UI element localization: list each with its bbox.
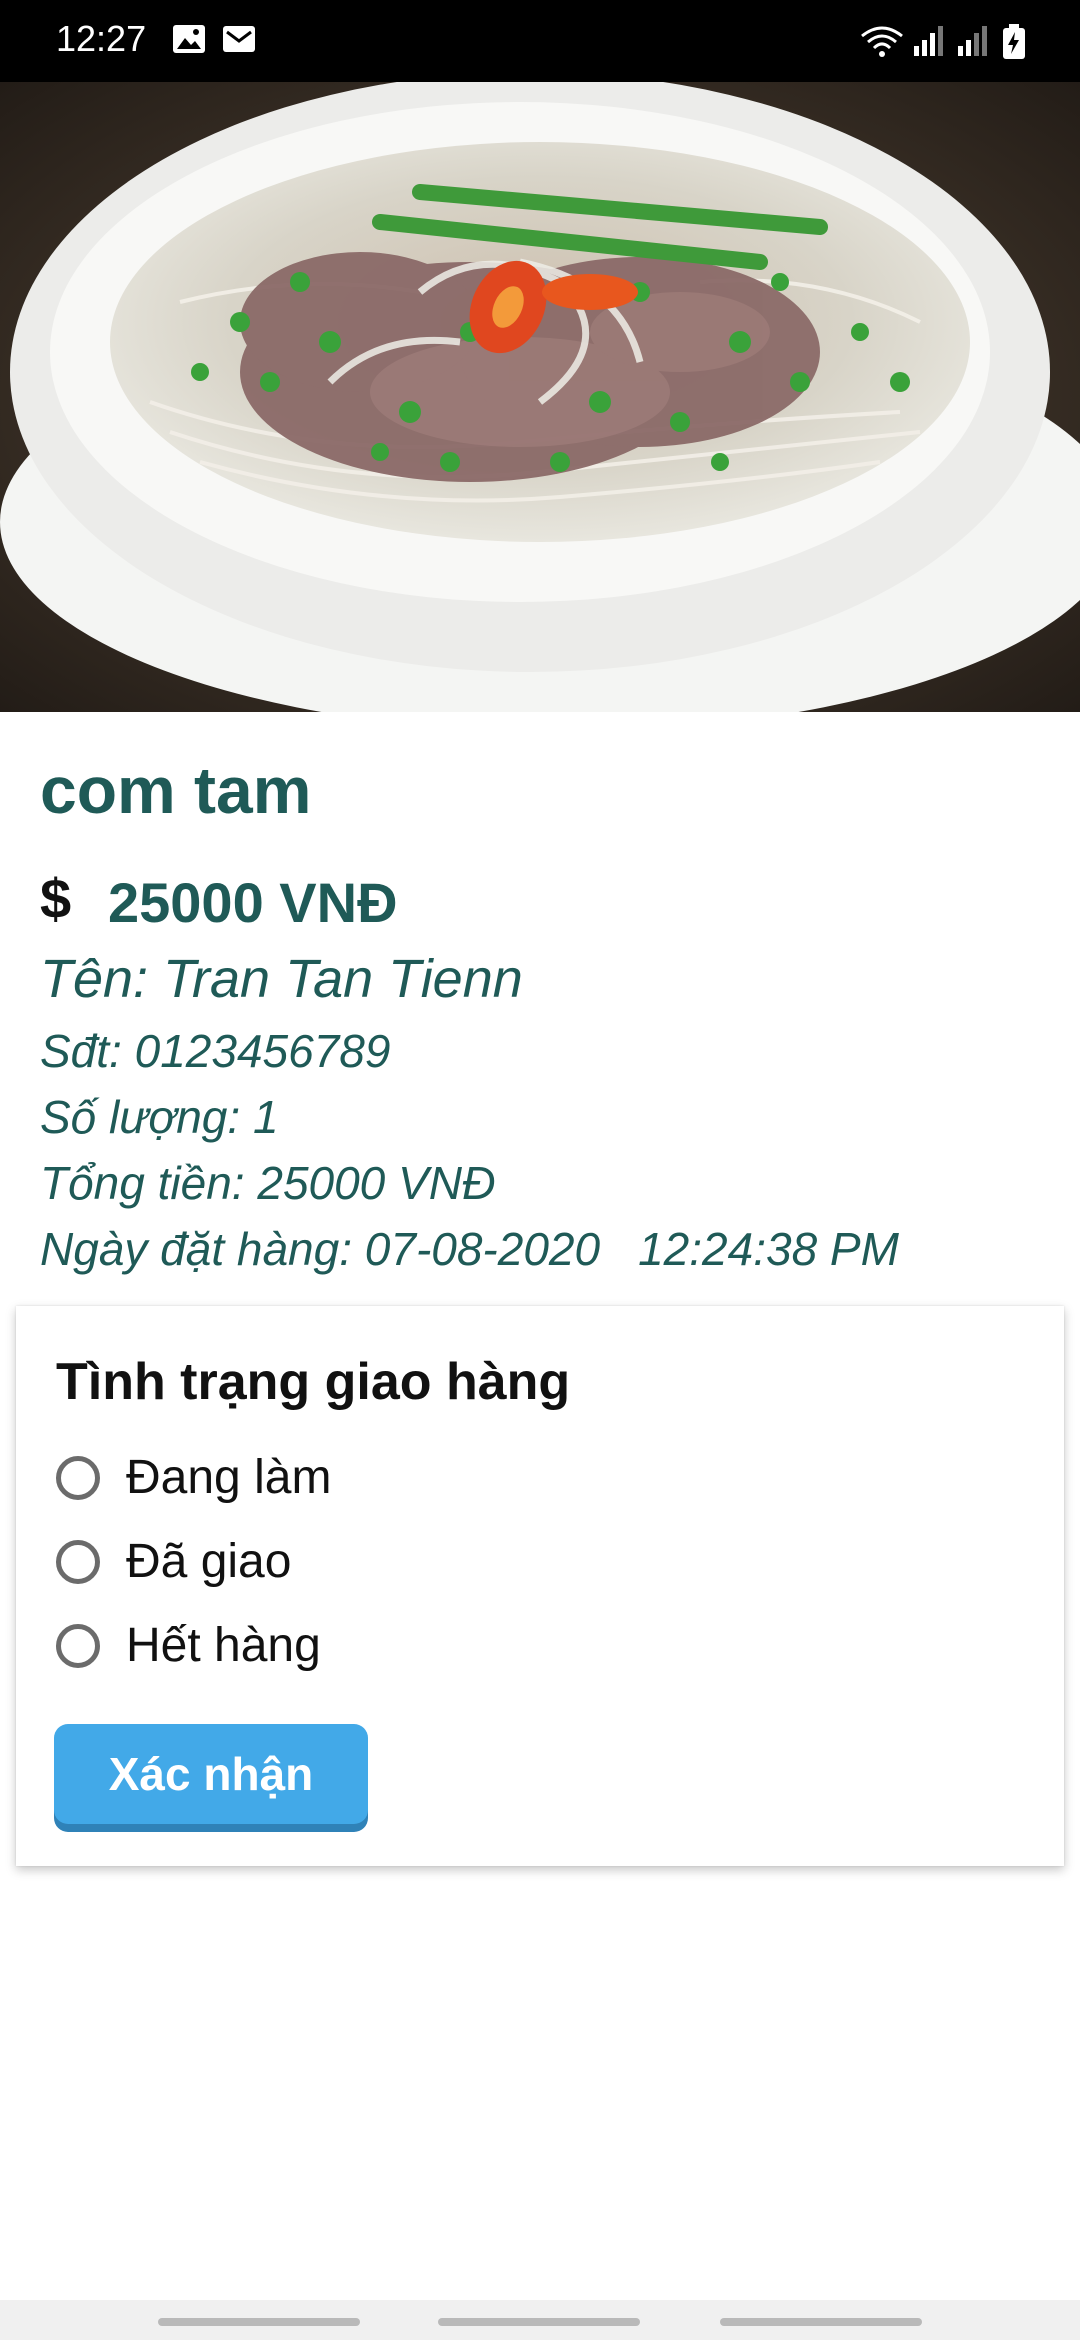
radio-label: Đã giao (126, 1535, 292, 1588)
radio-button[interactable] (56, 1540, 100, 1584)
dollar-icon: $ (40, 867, 72, 930)
status-bar: 12:27 (0, 0, 1080, 82)
delivery-status-card: Tình trạng giao hàng Đang làm Đã giao Hế… (16, 1306, 1064, 1866)
delivery-status-title: Tình trạng giao hàng (56, 1353, 571, 1411)
price-row: $ 25000 VNĐ (40, 866, 940, 936)
order-total: Tổng tiền: 25000 VNĐ (40, 1157, 496, 1209)
dish-price: 25000 VNĐ (108, 871, 398, 934)
order-quantity: Số lượng: 1 (40, 1091, 279, 1143)
radio-option-dang-lam[interactable]: Đang làm (56, 1450, 656, 1514)
radio-option-da-giao[interactable]: Đã giao (56, 1534, 656, 1598)
nav-back-handle[interactable] (720, 2318, 922, 2326)
radio-label: Hết hàng (126, 1619, 321, 1672)
radio-button[interactable] (56, 1624, 100, 1668)
radio-label: Đang làm (126, 1451, 332, 1504)
nav-recents-handle[interactable] (158, 2318, 360, 2326)
nav-home-handle[interactable] (438, 2318, 640, 2326)
wifi-icon (860, 24, 904, 63)
dish-name: com tam (40, 753, 312, 827)
radio-button[interactable] (56, 1456, 100, 1500)
customer-phone: Sđt: 0123456789 (40, 1025, 391, 1077)
radio-option-het-hang[interactable]: Hết hàng (56, 1618, 656, 1682)
image-icon (172, 24, 206, 59)
mail-icon (222, 24, 256, 59)
dish-photo (0, 82, 1080, 712)
order-date: Ngày đặt hàng: 07-08-2020 (40, 1223, 601, 1275)
system-nav-bar (0, 2300, 1080, 2340)
signal-icon (956, 24, 990, 63)
order-time: 12:24:38 PM (638, 1223, 899, 1275)
battery-charging-icon (1002, 24, 1026, 65)
confirm-button[interactable]: Xác nhận (54, 1724, 368, 1824)
status-time: 12:27 (56, 18, 147, 59)
order-datetime: Ngày đặt hàng: 07-08-2020 12:24:38 PM (40, 1222, 899, 1276)
signal-icon (912, 24, 946, 63)
customer-name: Tên: Tran Tan Tienn (40, 949, 523, 1009)
